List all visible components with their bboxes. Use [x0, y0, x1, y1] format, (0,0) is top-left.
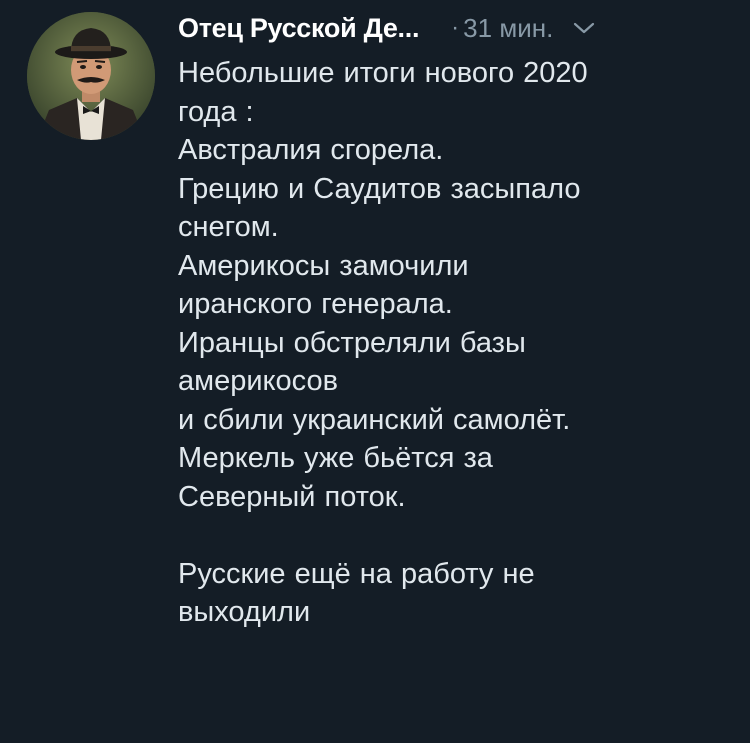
avatar[interactable] — [27, 12, 155, 140]
tweet: Отец Русской Де... · 31 мин. Небольшие и… — [0, 0, 750, 743]
author-name[interactable]: Отец Русской Де... — [178, 13, 419, 44]
tweet-header: Отец Русской Де... · 31 мин. — [178, 8, 738, 48]
tweet-text: Небольшие итоги нового 2020 года : Австр… — [178, 57, 588, 628]
chevron-down-icon[interactable] — [573, 21, 595, 35]
separator: · — [451, 14, 460, 41]
timestamp[interactable]: 31 мин. — [463, 13, 553, 44]
avatar-image — [27, 12, 155, 140]
tweet-content: Отец Русской Де... · 31 мин. Небольшие и… — [178, 8, 738, 632]
